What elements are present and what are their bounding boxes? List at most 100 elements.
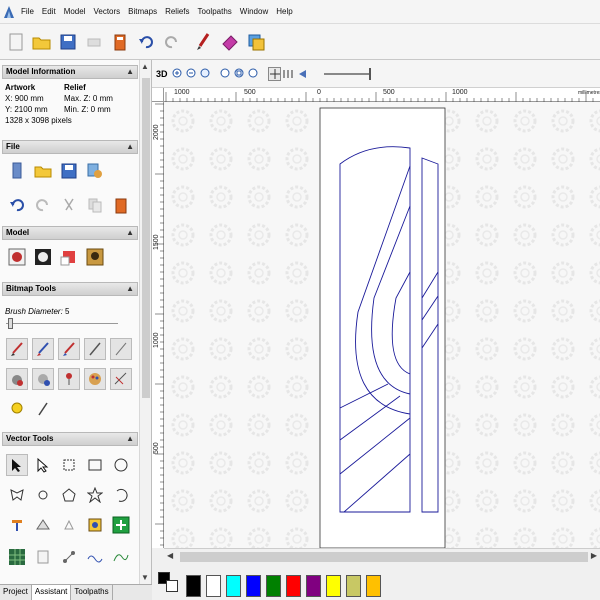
collapse-icon[interactable]: ▲ — [126, 283, 134, 295]
zoom-model-button[interactable] — [248, 67, 261, 81]
color-swatch[interactable] — [346, 575, 361, 597]
copy-button[interactable] — [84, 194, 106, 216]
secondary-color-swatch[interactable] — [166, 580, 178, 592]
erase-button[interactable] — [110, 368, 132, 390]
model-panel-header[interactable]: Model ▲ — [2, 226, 138, 240]
new-model-button[interactable] — [6, 160, 28, 182]
menu-toolpaths[interactable]: Toolpaths — [194, 0, 236, 24]
save-model-button[interactable] — [58, 160, 80, 182]
import-button[interactable] — [84, 160, 106, 182]
menu-vectors[interactable]: Vectors — [89, 0, 124, 24]
brush-slider-handle[interactable] — [8, 318, 13, 329]
paint-outside-button[interactable] — [58, 338, 80, 360]
ellipse-button[interactable] — [110, 454, 132, 476]
trim-button[interactable] — [58, 514, 80, 536]
tab-project[interactable]: Project — [0, 585, 32, 600]
star-button[interactable] — [84, 484, 106, 506]
align-button[interactable] — [110, 514, 132, 536]
transform-button[interactable] — [58, 454, 80, 476]
color-button[interactable] — [84, 368, 106, 390]
back-arrow-button[interactable] — [296, 67, 309, 81]
color-swatch[interactable] — [366, 575, 381, 597]
canvas-h-scrollbar[interactable]: ◀ ▶ — [164, 548, 600, 564]
offset-button[interactable] — [6, 514, 28, 536]
freehand-button[interactable] — [6, 484, 28, 506]
paint-within-button[interactable] — [32, 338, 54, 360]
draw-line-button[interactable] — [84, 338, 106, 360]
nodes-button[interactable] — [58, 546, 80, 568]
color-swatch[interactable] — [226, 575, 241, 597]
h-scroll-thumb[interactable] — [180, 552, 588, 562]
zoom-in-button[interactable] — [172, 67, 185, 81]
rectangle-button[interactable] — [84, 454, 106, 476]
bitmap-tools-header[interactable]: Bitmap Tools ▲ — [2, 282, 138, 296]
model-size-button[interactable] — [6, 246, 28, 268]
zoom-out-button[interactable] — [186, 67, 199, 81]
node-edit-button[interactable] — [32, 454, 54, 476]
line-tool-button[interactable] — [110, 338, 132, 360]
tab-assistant[interactable]: Assistant — [31, 585, 72, 600]
new-file-button[interactable] — [4, 30, 28, 54]
zoom-previous-button[interactable] — [220, 67, 233, 81]
select-button[interactable] — [6, 454, 28, 476]
left-panel-scrollbar[interactable]: ▲ ▼ — [139, 60, 151, 584]
bitmap-to-vector-button[interactable] — [6, 546, 28, 568]
split-view-button[interactable] — [282, 67, 295, 81]
collapse-icon[interactable]: ▲ — [126, 66, 134, 78]
vector-tools-header[interactable]: Vector Tools ▲ — [2, 432, 138, 446]
menu-model[interactable]: Model — [60, 0, 90, 24]
circle-button[interactable] — [32, 484, 54, 506]
paint-button[interactable] — [6, 338, 28, 360]
color-swatch[interactable] — [186, 575, 201, 597]
open-button[interactable] — [30, 30, 54, 54]
pen-button[interactable] — [32, 398, 54, 420]
collapse-icon[interactable]: ▲ — [126, 227, 134, 239]
brush-slider[interactable] — [6, 323, 118, 324]
color-swatch[interactable] — [266, 575, 281, 597]
open-model-button[interactable] — [32, 160, 54, 182]
vector-artwork[interactable] — [164, 102, 600, 548]
color-swatch[interactable] — [326, 575, 341, 597]
spline-button[interactable] — [110, 546, 132, 568]
flood-fill-button[interactable] — [32, 368, 54, 390]
fillet-button[interactable] — [84, 514, 106, 536]
redo-button[interactable] — [160, 30, 184, 54]
save-button[interactable] — [56, 30, 80, 54]
polygon-button[interactable] — [58, 484, 80, 506]
menu-file[interactable]: File — [17, 0, 38, 24]
scroll-up-icon[interactable]: ▲ — [141, 62, 149, 71]
menu-window[interactable]: Window — [236, 0, 272, 24]
panel-undo-button[interactable] — [6, 194, 28, 216]
center-view-button[interactable] — [267, 66, 281, 81]
color-swatch[interactable] — [306, 575, 321, 597]
panel-redo-button[interactable] — [32, 194, 54, 216]
view-zoom-slider[interactable] — [323, 67, 371, 80]
wave-button[interactable] — [84, 546, 106, 568]
paint-brush-button[interactable] — [192, 30, 216, 54]
color-palette-button[interactable] — [58, 246, 80, 268]
color-swatch[interactable] — [206, 575, 221, 597]
layers-button[interactable] — [244, 30, 268, 54]
collapse-icon[interactable]: ▲ — [126, 141, 134, 153]
paste-button[interactable] — [110, 194, 132, 216]
menu-bitmaps[interactable]: Bitmaps — [124, 0, 161, 24]
scroll-right-icon[interactable]: ▶ — [591, 551, 597, 560]
menu-edit[interactable]: Edit — [38, 0, 60, 24]
vector-doctor-button[interactable] — [32, 546, 54, 568]
cut-button[interactable] — [58, 194, 80, 216]
fill-button[interactable] — [6, 368, 28, 390]
scroll-down-icon[interactable]: ▼ — [141, 573, 149, 582]
relief-button[interactable] — [32, 246, 54, 268]
undo-button[interactable] — [134, 30, 158, 54]
eraser-button[interactable] — [218, 30, 242, 54]
drawing-canvas[interactable] — [164, 102, 600, 548]
scroll-thumb[interactable] — [142, 78, 150, 398]
zoom-fit-button[interactable] — [200, 67, 213, 81]
pick-color-button[interactable] — [58, 368, 80, 390]
lightbulb-button[interactable] — [6, 398, 28, 420]
menu-reliefs[interactable]: Reliefs — [161, 0, 193, 24]
scroll-left-icon[interactable]: ◀ — [167, 551, 173, 560]
color-swatch[interactable] — [246, 575, 261, 597]
menu-help[interactable]: Help — [272, 0, 296, 24]
tab-toolpaths[interactable]: Toolpaths — [71, 585, 113, 600]
